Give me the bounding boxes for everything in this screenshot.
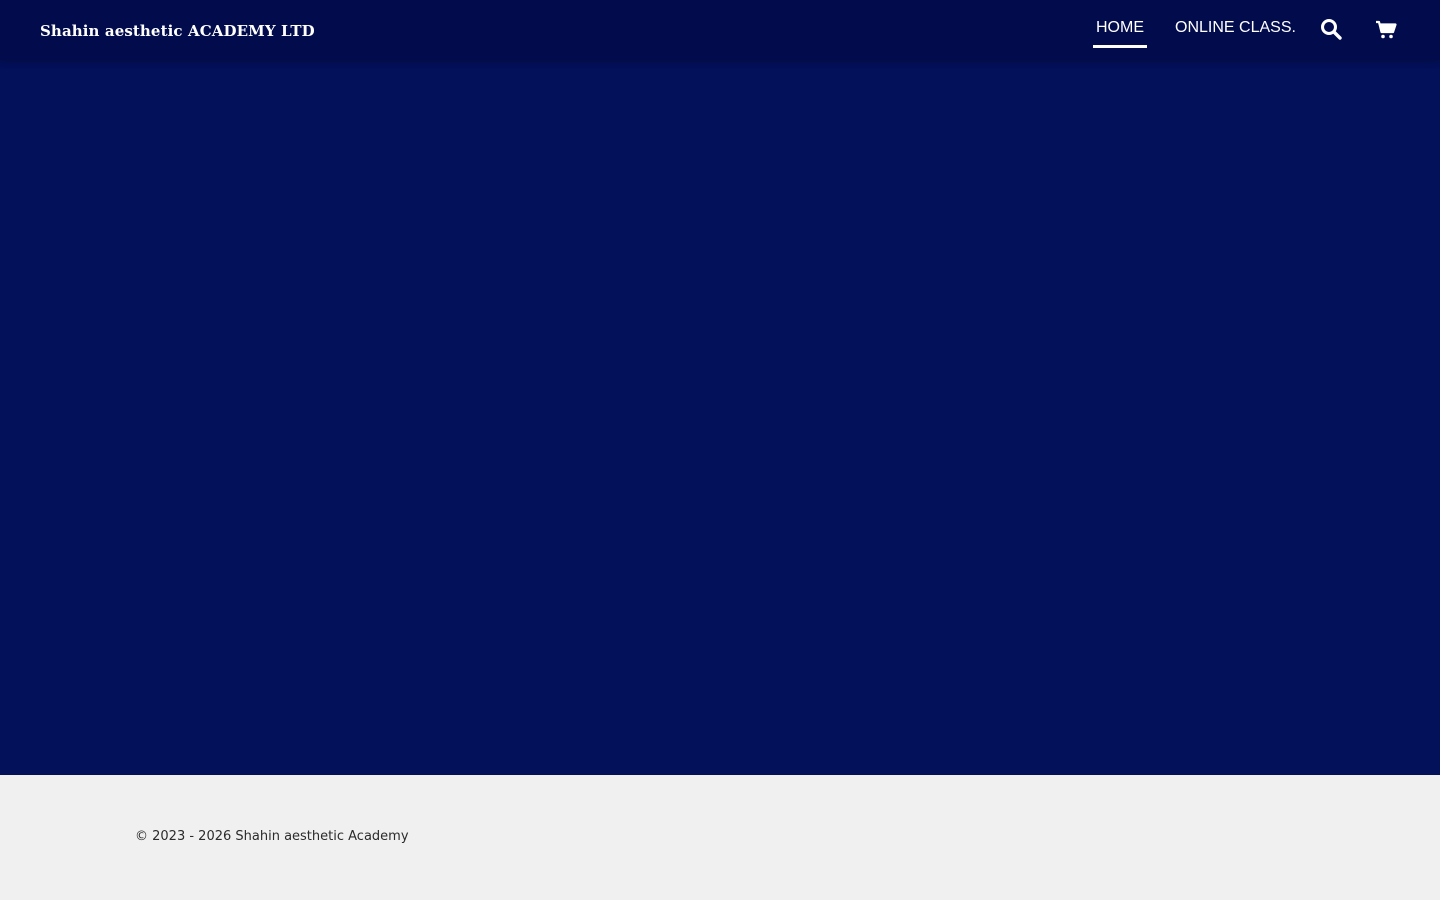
page: Shahin aesthetic ACADEMY LTD HOME ONLINE… — [0, 0, 1440, 900]
nav-online-class-link[interactable]: ONLINE CLASS. — [1175, 19, 1296, 37]
site-brand[interactable]: Shahin aesthetic ACADEMY LTD — [40, 22, 315, 40]
cart-button[interactable] — [1374, 17, 1398, 41]
site-header: Shahin aesthetic ACADEMY LTD HOME ONLINE… — [0, 0, 1440, 60]
nav-active-indicator — [1093, 45, 1147, 48]
cart-icon — [1376, 20, 1397, 39]
hero-section — [0, 0, 1440, 775]
footer-copyright: © 2023 - 2026 Shahin aesthetic Academy — [135, 829, 409, 844]
search-icon — [1321, 19, 1342, 40]
nav-home-link[interactable]: HOME — [1096, 19, 1144, 37]
search-button[interactable] — [1319, 17, 1343, 41]
